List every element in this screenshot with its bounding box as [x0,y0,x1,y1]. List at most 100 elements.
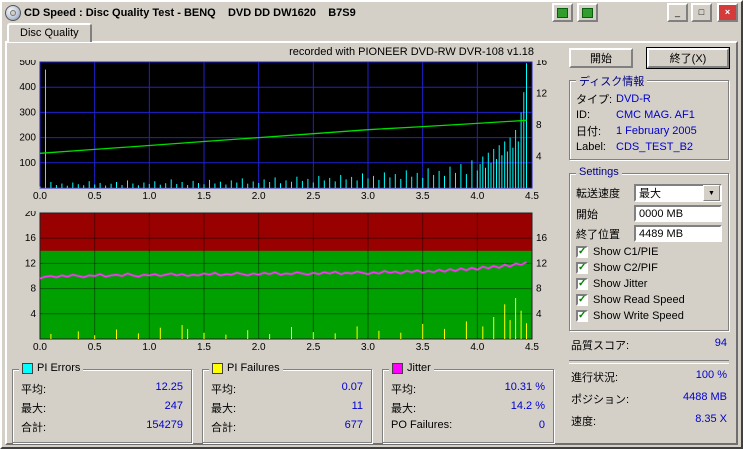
disc-date-label: 日付: [576,126,602,138]
position-label: ポジション: [571,394,630,406]
svg-text:16: 16 [536,60,548,68]
transfer-speed-value: 最大 [639,188,661,200]
stat-label: 最大: [211,403,237,415]
svg-text:1.5: 1.5 [197,191,211,202]
checkbox-show-c2-pif[interactable]: ✓ Show C2/PIF [576,262,722,274]
stat-label: 合計: [211,422,237,434]
maximize-button[interactable]: □ [691,3,712,22]
stat-row: 平均: 12.25 [21,381,183,397]
stat-row: 合計: 154279 [21,419,183,435]
disc-info-row: Label: CDS_TEST_B2 [576,141,722,153]
svg-text:0.5: 0.5 [88,191,102,202]
position-row: ポジション: 4488 MB [569,391,729,407]
disc-id-label: ID: [576,109,591,121]
close-button[interactable]: × [717,3,738,22]
transfer-speed-row: 転送速度 最大 ▼ [576,184,722,202]
exit-button[interactable]: 終了(X) [646,47,730,69]
window-title: CD Speed : Disc Quality Test - BENQ DVD … [24,6,356,19]
disc-info-row: 日付: 1 February 2005 [576,123,722,139]
disc-date-value: 1 February 2005 [616,125,697,137]
svg-text:4: 4 [536,152,542,163]
checkbox-show-c1-pie[interactable]: ✓ Show C1/PIE [576,246,722,258]
checkbox-show-jitter[interactable]: ✓ Show Jitter [576,278,722,290]
pi-failures-swatch [212,362,223,374]
jitter-pif-chart: 0.0 0.5 1.0 1.5 2.0 2.5 3.0 3.5 4.0 4.5 4 8 12 16 20 4 8… [25,208,548,353]
disc-type-value: DVD-R [616,93,651,105]
speed-label: 速度: [571,416,597,428]
position-value: 4488 MB [682,391,727,403]
disc-type-label: タイプ: [576,94,613,106]
checkbox-label: Show C1/PIE [593,246,659,258]
svg-text:16: 16 [536,233,548,244]
svg-text:0.5: 0.5 [88,342,102,353]
jitter-legend: Jitter [389,362,434,374]
checkbox-box: ✓ [576,294,588,306]
svg-text:3.0: 3.0 [361,191,375,202]
transfer-speed-label: 転送速度 [576,188,620,200]
pi-failures-panel: PI Failures 平均: 0.07 最大: 11 合計: 677 [202,362,372,443]
app-window: CD Speed : Disc Quality Test - BENQ DVD … [0,0,743,449]
app-icon [5,4,21,21]
svg-text:2.0: 2.0 [252,191,266,202]
pi-errors-title: PI Errors [37,362,81,374]
tab-strip: Disc Quality [2,22,741,42]
start-button[interactable]: 開始 [569,48,633,68]
svg-text:2.5: 2.5 [306,342,320,353]
disc-info-row: タイプ: DVD-R [576,91,722,107]
titlebar[interactable]: CD Speed : Disc Quality Test - BENQ DVD … [2,2,741,22]
checkbox-box: ✓ [576,278,588,290]
jitter-panel: Jitter 平均: 10.31 % 最大: 14.2 % PO Failures:… [382,362,554,443]
svg-text:1.5: 1.5 [197,342,211,353]
checkbox-show-read-speed[interactable]: ✓ Show Read Speed [576,294,722,306]
chevron-down-icon[interactable]: ▼ [703,185,720,201]
svg-text:300: 300 [19,107,36,118]
svg-text:2.5: 2.5 [306,191,320,202]
disc-id-value: CMC MAG. AF1 [616,109,695,121]
stat-row: 最大: 247 [21,400,183,416]
progress-value: 100 % [695,369,727,381]
tab-disc-quality[interactable]: Disc Quality [7,23,92,42]
tab-page: recorded with PIONEER DVD-RW DVR-108 v1.… [5,41,738,445]
stat-value: 14.2 % [510,400,545,412]
svg-text:4.5: 4.5 [525,342,539,353]
stat-value: 10.31 % [504,381,545,393]
stat-row: PO Failures: 0 [391,419,545,431]
progress-row: 進行状況: 100 % [569,369,729,385]
minimize-button[interactable]: _ [667,3,688,22]
save-image-icon[interactable] [552,3,573,22]
start-position-field[interactable]: 0000 MB [634,205,722,222]
disc-info-row: ID: CMC MAG. AF1 [576,109,722,121]
settings-group: Settings 転送速度 最大 ▼ 開始 0000 MB 終了位置 4489 … [569,166,729,331]
stat-value: 12.25 [155,381,183,393]
stat-label: 平均: [391,384,417,396]
picture-icon [557,7,568,18]
svg-text:1.0: 1.0 [142,191,156,202]
disc-info-group: ディスク情報 タイプ: DVD-R ID: CMC MAG. AF1 日付: 1 Fe… [569,73,729,160]
stats-row: PI Errors 平均: 12.25 最大: 247 合計: 154279 PI F… [12,362,562,443]
svg-text:100: 100 [19,158,36,169]
checkbox-label: Show C2/PIF [593,262,658,274]
stat-label: 合計: [21,422,47,434]
jitter-title: Jitter [407,362,431,374]
checkbox-show-write-speed[interactable]: ✓ Show Write Speed [576,310,722,322]
svg-text:4: 4 [536,309,542,320]
svg-text:3.0: 3.0 [361,342,375,353]
checkbox-box: ✓ [576,262,588,274]
svg-text:12: 12 [25,258,37,269]
end-position-label: 終了位置 [576,228,620,241]
stat-row: 合計: 677 [211,419,363,435]
checkbox-label: Show Jitter [593,278,648,290]
stat-label: 最大: [21,403,47,415]
svg-text:12: 12 [536,258,548,269]
end-position-field[interactable]: 4489 MB [634,225,722,242]
svg-text:400: 400 [19,82,36,93]
pi-errors-legend: PI Errors [19,362,84,374]
transfer-speed-select[interactable]: 最大 ▼ [634,184,722,202]
stat-row: 最大: 14.2 % [391,400,545,416]
quality-score-row: 品質スコア: 94 [569,337,729,353]
chart-column: recorded with PIONEER DVD-RW DVR-108 v1.… [10,46,562,443]
svg-text:8: 8 [30,284,36,295]
checkbox-label: Show Read Speed [593,294,685,306]
stat-value: 154279 [146,419,183,431]
capture-icon[interactable] [577,3,598,22]
